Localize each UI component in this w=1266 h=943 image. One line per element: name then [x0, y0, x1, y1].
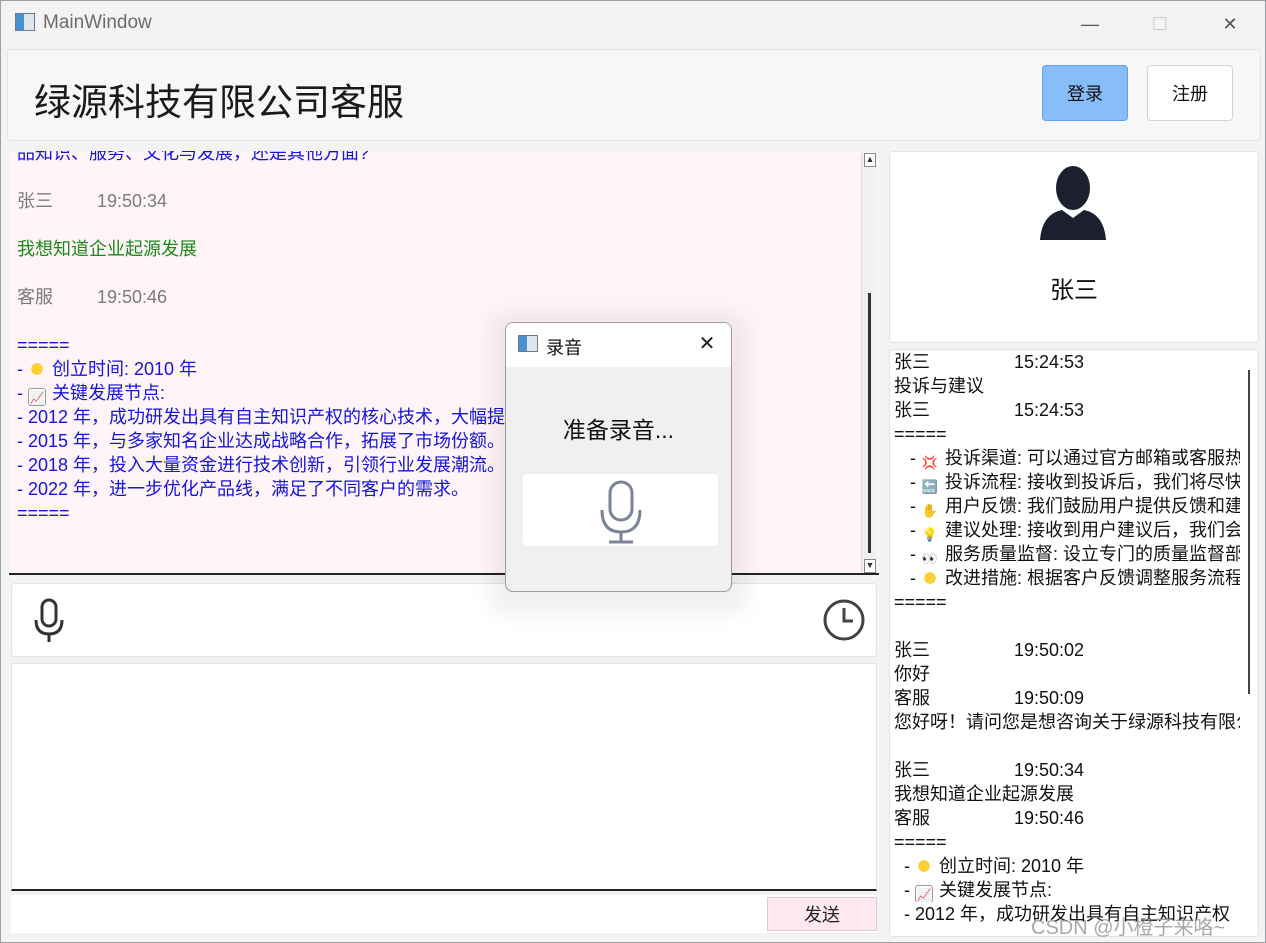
maximize-button[interactable]: ☐	[1137, 9, 1183, 39]
history-separator: =====	[894, 592, 947, 612]
history-message: 您好呀！请问您是想咨询关于绿源科技有限公司	[894, 712, 1240, 732]
user-profile-card: 张三	[889, 151, 1259, 343]
chat-partial-line: 品知识、服务、文化与发展，还是其他方面?	[17, 151, 370, 163]
history-bullet: - 改进措施: 根据客户反馈调整服务流程	[910, 568, 1240, 588]
history-message: 你好	[894, 664, 930, 684]
history-meta: 张三 19:50:02	[894, 640, 1085, 660]
history-message: 我想知道企业起源发展	[894, 784, 1074, 804]
user-avatar-icon	[1040, 166, 1106, 240]
history-bullet: - 创立时间: 2010 年	[904, 856, 1085, 876]
chat-meta: 客服 19:50:46	[17, 287, 168, 307]
history-meta: 张三 15:24:53	[894, 400, 1085, 420]
history-meta: 客服 19:50:09	[894, 688, 1085, 708]
login-button[interactable]: 登录	[1042, 65, 1128, 121]
watermark: CSDN @小橙子来咯~	[1031, 917, 1226, 939]
history-message: 投诉与建议	[894, 376, 984, 396]
history-separator: =====	[894, 424, 947, 444]
register-button[interactable]: 注册	[1147, 65, 1233, 121]
hand-icon: ✋	[921, 503, 939, 518]
anger-icon: 💢	[921, 455, 939, 470]
window-title: MainWindow	[43, 12, 152, 33]
app-icon	[15, 13, 35, 31]
history-bullet: - ✋ 用户反馈: 我们鼓励用户提供反馈和建	[910, 496, 1240, 518]
history-clock-icon[interactable]	[822, 598, 866, 642]
microphone-icon	[600, 480, 642, 544]
history-bullet: - 🔙 投诉流程: 接收到投诉后，我们将尽快	[910, 472, 1240, 494]
history-meta: 张三 15:24:53	[894, 352, 1085, 372]
history-bullet: - 📈 关键发展节点:	[904, 880, 1053, 902]
minimize-button[interactable]: —	[1067, 9, 1113, 39]
dialog-app-icon	[518, 335, 538, 352]
history-bullet: - 👀 服务质量监督: 设立专门的质量监督部	[910, 544, 1240, 566]
scroll-down-arrow[interactable]: ▼	[864, 559, 876, 573]
input-toolbar	[11, 583, 877, 657]
back-arrow-icon: 🔙	[921, 479, 939, 494]
bottom-bar: 发送	[11, 895, 877, 933]
dialog-title-bar: 录音 ✕	[506, 323, 731, 367]
lightbulb-icon: 💡	[921, 527, 939, 542]
history-separator: =====	[894, 832, 947, 852]
recording-status: 准备录音...	[562, 417, 675, 443]
send-button[interactable]: 发送	[767, 897, 877, 931]
scroll-thumb[interactable]	[868, 293, 871, 553]
history-meta: 客服 19:50:46	[894, 808, 1085, 828]
main-window: MainWindow — ☐ ✕ 绿源科技有限公司客服 登录 注册 品知识、服务…	[0, 0, 1266, 943]
sun-icon	[915, 857, 933, 875]
recording-dialog: 录音 ✕ 准备录音...	[505, 322, 732, 592]
dialog-title: 录音	[546, 338, 582, 358]
history-bullet: - 💢 投诉渠道: 可以通过官方邮箱或客服热	[910, 448, 1240, 470]
sun-icon	[921, 569, 939, 587]
user-name: 张三	[1050, 277, 1098, 304]
title-bar: MainWindow — ☐ ✕	[1, 1, 1265, 45]
chat-user-message: 我想知道企业起源发展	[17, 239, 197, 259]
microphone-icon[interactable]	[32, 598, 66, 644]
history-bullet: - 💡 建议处理: 接收到用户建议后，我们会	[910, 520, 1240, 542]
chart-icon: 📈	[915, 885, 933, 902]
chat-display[interactable]: 品知识、服务、文化与发展，还是其他方面? 张三 19:50:34 我想知道企业起源…	[9, 151, 879, 575]
close-button[interactable]: ✕	[1207, 9, 1253, 39]
sun-icon	[28, 360, 46, 378]
dialog-close-button[interactable]: ✕	[692, 331, 722, 357]
record-button[interactable]	[523, 474, 718, 546]
company-title: 绿源科技有限公司客服	[34, 81, 404, 124]
history-scrollbar[interactable]	[1248, 370, 1250, 694]
chat-history-panel[interactable]: 张三 15:24:53 投诉与建议 张三 15:24:53 ===== - 💢 投诉渠…	[889, 349, 1259, 937]
chat-scrollbar[interactable]: ▲ ▼	[861, 153, 877, 573]
message-input[interactable]	[11, 663, 877, 891]
header: 绿源科技有限公司客服 登录 注册	[7, 49, 1261, 141]
chart-icon: 📈	[28, 388, 46, 406]
scroll-up-arrow[interactable]: ▲	[864, 153, 876, 167]
chat-meta: 张三 19:50:34	[17, 191, 168, 211]
history-meta: 张三 19:50:34	[894, 760, 1085, 780]
eyes-icon: 👀	[921, 551, 939, 566]
